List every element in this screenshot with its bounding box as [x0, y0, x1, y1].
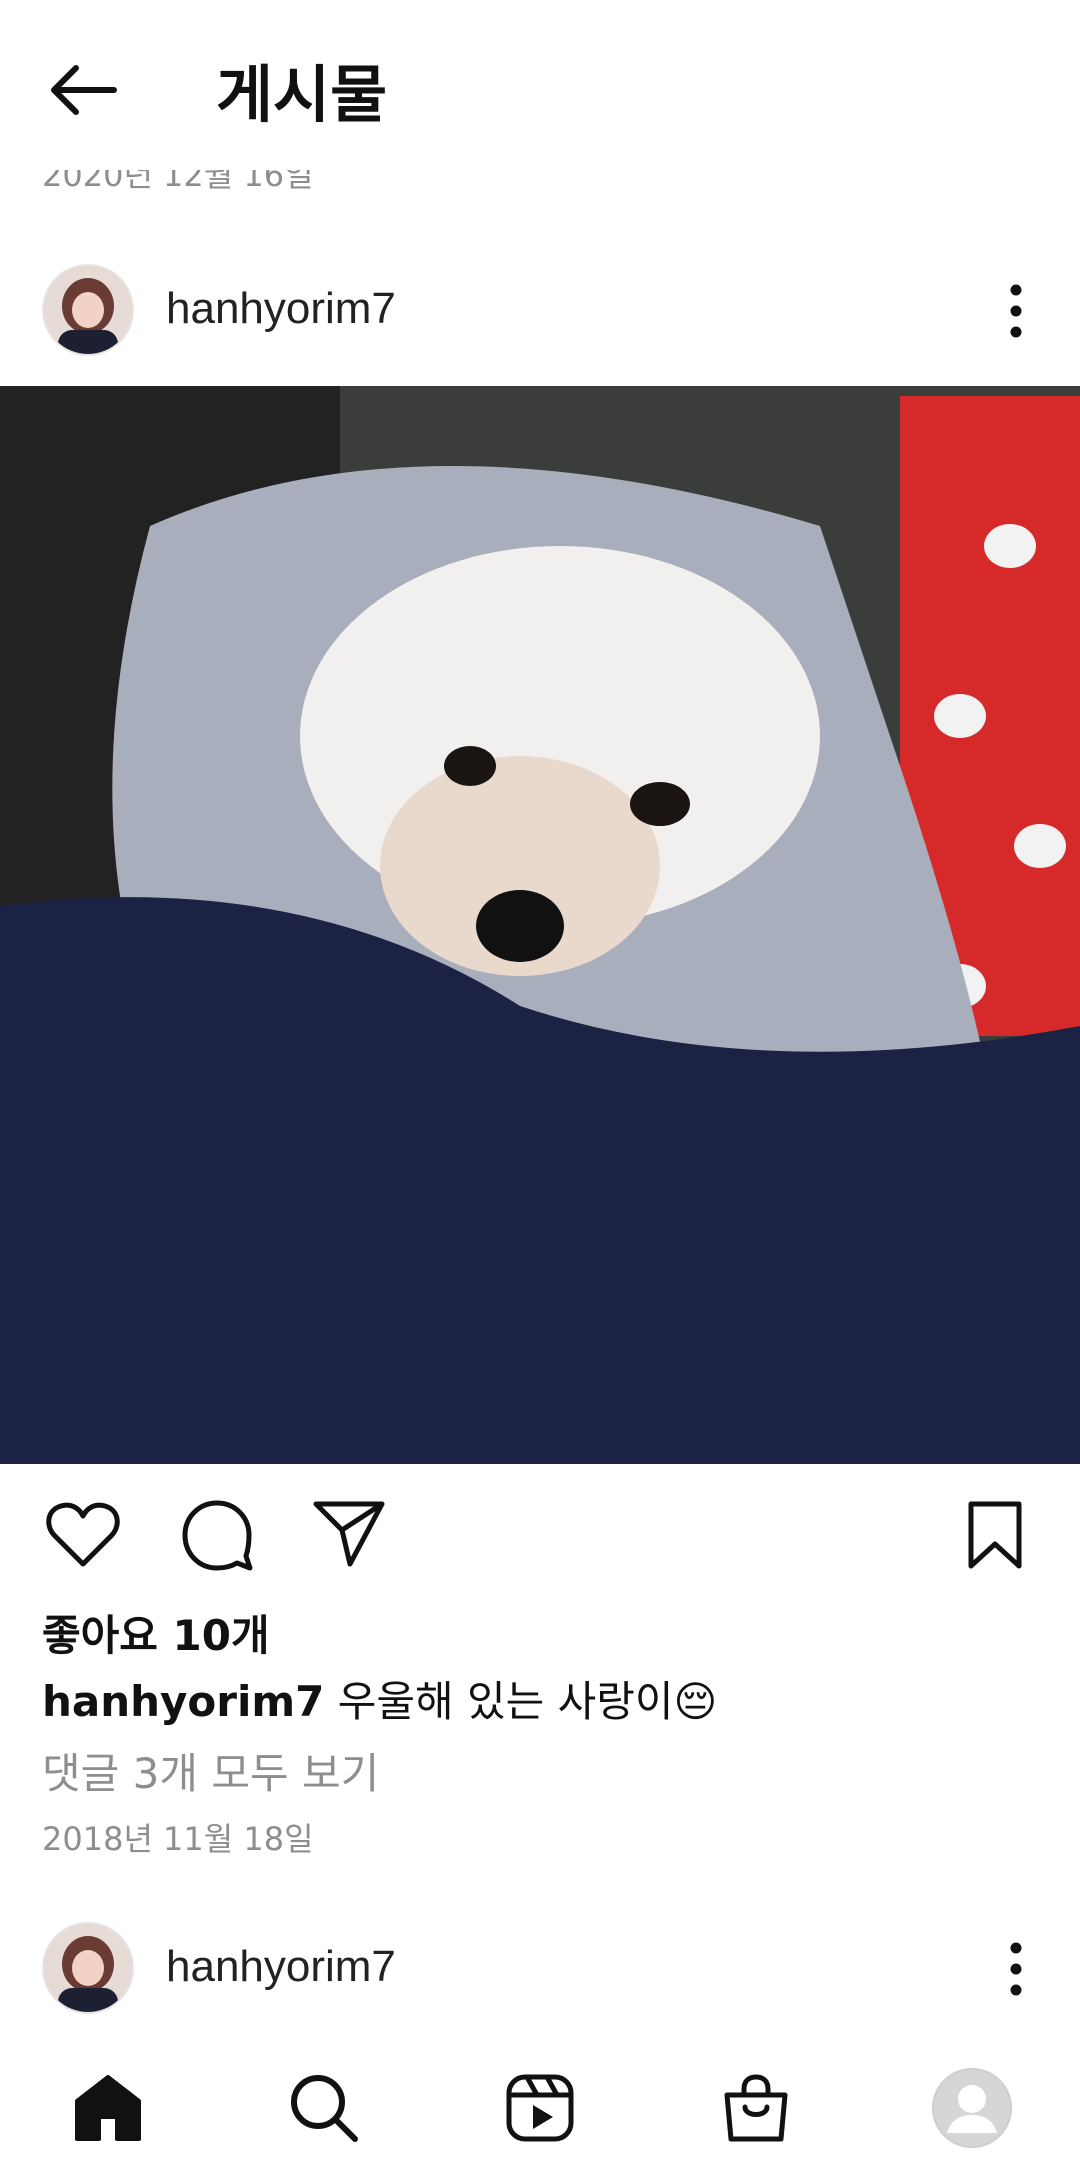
- next-post-username[interactable]: hanhyorim7: [166, 1942, 396, 1992]
- post-photo[interactable]: [0, 386, 1080, 1464]
- nav-shop[interactable]: [706, 2058, 806, 2158]
- bookmark-icon: [968, 1501, 1022, 1569]
- more-options-button[interactable]: [992, 276, 1040, 346]
- more-vertical-icon: [1010, 284, 1022, 338]
- search-icon: [291, 2075, 358, 2142]
- comment-button[interactable]: [172, 1490, 262, 1580]
- reels-icon: [506, 2074, 574, 2142]
- back-button[interactable]: [42, 50, 122, 130]
- view-all-comments-link[interactable]: 댓글 3개 모두 보기: [42, 1740, 379, 1801]
- page-title: 게시물: [216, 58, 388, 131]
- next-post-header: hanhyorim7: [0, 1914, 1080, 2024]
- nav-reels[interactable]: [490, 2058, 590, 2158]
- avatar[interactable]: [42, 264, 134, 356]
- save-button[interactable]: [950, 1490, 1040, 1580]
- arrow-left-icon: [51, 65, 117, 115]
- bottom-navigation: [0, 2040, 1080, 2168]
- post-actions: [0, 1480, 1080, 1590]
- more-options-button[interactable]: [992, 1934, 1040, 2004]
- heart-icon: [46, 1502, 120, 1567]
- like-button[interactable]: [38, 1490, 128, 1580]
- avatar[interactable]: [42, 1922, 134, 2014]
- caption-text: 우울해 있는 사랑이😔: [337, 1677, 718, 1726]
- post-header: hanhyorim7: [0, 256, 1080, 366]
- more-vertical-icon: [1010, 1942, 1022, 1996]
- nav-home[interactable]: [58, 2058, 158, 2158]
- nav-search[interactable]: [274, 2058, 374, 2158]
- shop-icon: [724, 2074, 788, 2142]
- comment-icon: [182, 1500, 253, 1571]
- share-button[interactable]: [304, 1490, 394, 1580]
- post-username[interactable]: hanhyorim7: [166, 284, 396, 334]
- post-caption: hanhyorim7 우울해 있는 사랑이😔: [42, 1668, 717, 1729]
- caption-username[interactable]: hanhyorim7: [42, 1677, 324, 1726]
- home-icon: [75, 2075, 141, 2141]
- post-date: 2018년 11월 18일: [42, 1820, 314, 1858]
- profile-icon: [932, 2068, 1012, 2148]
- likes-count[interactable]: 좋아요 10개: [42, 1602, 270, 1663]
- nav-profile[interactable]: [922, 2058, 1022, 2158]
- top-bar: 게시물: [0, 0, 1080, 170]
- send-icon: [313, 1501, 385, 1567]
